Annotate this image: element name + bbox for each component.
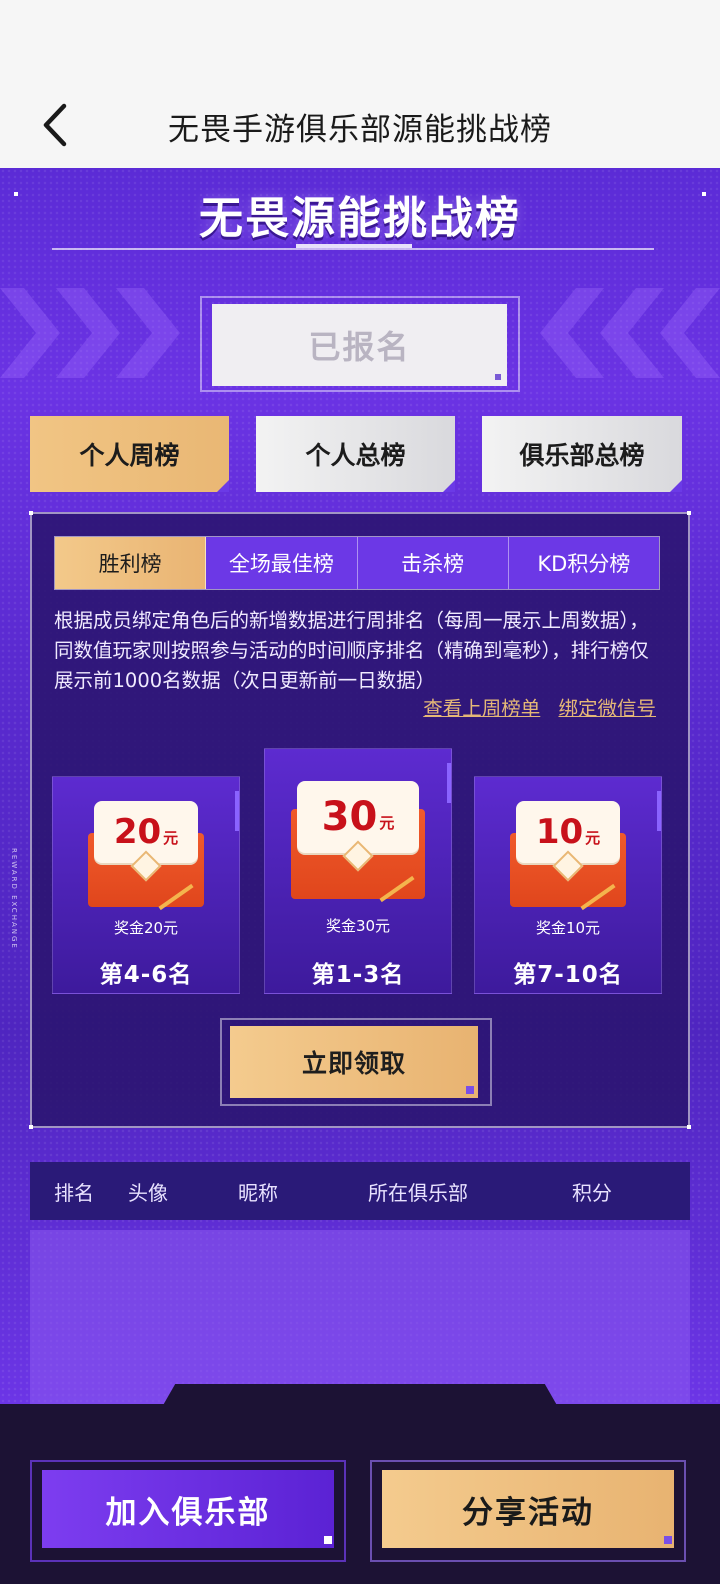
corner-dot xyxy=(466,1086,474,1094)
header-avatar: 头像 xyxy=(128,1180,168,1205)
corner-dot xyxy=(495,374,501,380)
header-club: 所在俱乐部 xyxy=(368,1180,468,1205)
prize-amount: 20 xyxy=(113,812,162,852)
subtab-kills[interactable]: 击杀榜 xyxy=(357,537,509,589)
card-accent xyxy=(657,791,661,831)
claim-button[interactable]: 立即领取 xyxy=(230,1026,478,1098)
registered-button[interactable]: 已报名 xyxy=(212,304,507,386)
ranking-table-header: 排名 头像 昵称 所在俱乐部 积分 xyxy=(30,1162,690,1220)
tab-personal-total[interactable]: 个人总榜 xyxy=(256,416,455,492)
prize-rank: 第4-6名 xyxy=(99,962,193,988)
card-accent xyxy=(447,763,451,803)
subtab-victory[interactable]: 胜利榜 xyxy=(55,537,207,589)
side-vertical-text: REWARD EXCHANGE xyxy=(10,848,18,950)
bind-wechat-link[interactable]: 绑定微信号 xyxy=(558,697,656,720)
prize-card-4-6: 20 元 奖金20元 第4-6名 xyxy=(52,776,240,994)
corner-mark xyxy=(29,1125,33,1129)
tab-club-total[interactable]: 俱乐部总榜 xyxy=(482,416,682,492)
last-week-link[interactable]: 查看上周榜单 xyxy=(423,697,540,720)
prize-card-1-3: 30 元 奖金30元 第1-3名 xyxy=(264,748,452,994)
share-label: 分享活动 xyxy=(462,1494,594,1531)
corner-square xyxy=(324,1536,332,1544)
prize-unit: 元 xyxy=(379,813,395,832)
prize-rank: 第1-3名 xyxy=(311,962,405,988)
corner-triangle xyxy=(443,480,455,492)
share-activity-button[interactable]: 分享活动 xyxy=(382,1470,674,1548)
prize-unit: 元 xyxy=(585,828,601,847)
prize-label: 奖金30元 xyxy=(325,917,391,935)
corner-square xyxy=(664,1536,672,1544)
ranking-table-body[interactable] xyxy=(30,1230,690,1404)
tab-label: 个人总榜 xyxy=(305,441,406,470)
chevron-decoration-right xyxy=(540,288,720,378)
corner-triangle xyxy=(217,480,229,492)
corner-triangle xyxy=(670,480,682,492)
prize-label: 奖金10元 xyxy=(535,919,601,937)
nav-bar: 无畏手游俱乐部源能挑战榜 xyxy=(0,0,720,168)
corner-mark xyxy=(29,511,33,515)
join-club-button[interactable]: 加入俱乐部 xyxy=(42,1470,334,1548)
card-accent xyxy=(235,791,239,831)
leaderboard-panel: 胜利榜 全场最佳榜 击杀榜 KD积分榜 根据成员绑定角色后的新增数据进行周排名（… xyxy=(29,511,691,1129)
claim-label: 立即领取 xyxy=(301,1049,406,1078)
prize-unit: 元 xyxy=(163,828,179,847)
tab-label: 个人周榜 xyxy=(79,441,180,470)
link-row: 查看上周榜单 绑定微信号 xyxy=(411,692,656,721)
header-rank: 排名 xyxy=(54,1180,94,1205)
sub-tabs: 胜利榜 全场最佳榜 击杀榜 KD积分榜 xyxy=(54,536,660,590)
tab-personal-weekly[interactable]: 个人周榜 xyxy=(30,416,229,492)
hero-divider xyxy=(52,248,654,250)
header-nickname: 昵称 xyxy=(238,1180,278,1205)
prize-amount: 30 xyxy=(321,794,378,840)
ranking-tabs: 个人周榜 个人总榜 俱乐部总榜 xyxy=(30,416,690,492)
header-score: 积分 xyxy=(572,1180,612,1205)
join-label: 加入俱乐部 xyxy=(105,1494,271,1531)
prize-amount: 10 xyxy=(535,812,584,852)
corner-mark xyxy=(687,511,691,515)
subtab-kd[interactable]: KD积分榜 xyxy=(508,537,659,589)
chevron-decoration-left xyxy=(0,288,180,378)
main-content[interactable]: 无畏源能挑战榜 已报名 个人周榜 个人总榜 俱乐部总榜 REWARD EXCHA… xyxy=(0,168,720,1404)
prize-rank: 第7-10名 xyxy=(513,962,623,988)
page-title: 无畏手游俱乐部源能挑战榜 xyxy=(168,112,552,148)
prize-card-7-10: 10 元 奖金10元 第7-10名 xyxy=(474,776,662,994)
rules-description: 根据成员绑定角色后的新增数据进行周排名（每周一展示上周数据），同数值玩家则按照参… xyxy=(54,609,649,692)
registered-label: 已报名 xyxy=(308,328,411,366)
hero-divider-accent xyxy=(296,244,412,248)
prize-label: 奖金20元 xyxy=(113,919,179,937)
corner-mark xyxy=(687,1125,691,1129)
tab-label: 俱乐部总榜 xyxy=(519,441,645,470)
hero-title: 无畏源能挑战榜 xyxy=(199,193,521,244)
subtab-mvp[interactable]: 全场最佳榜 xyxy=(206,537,358,589)
